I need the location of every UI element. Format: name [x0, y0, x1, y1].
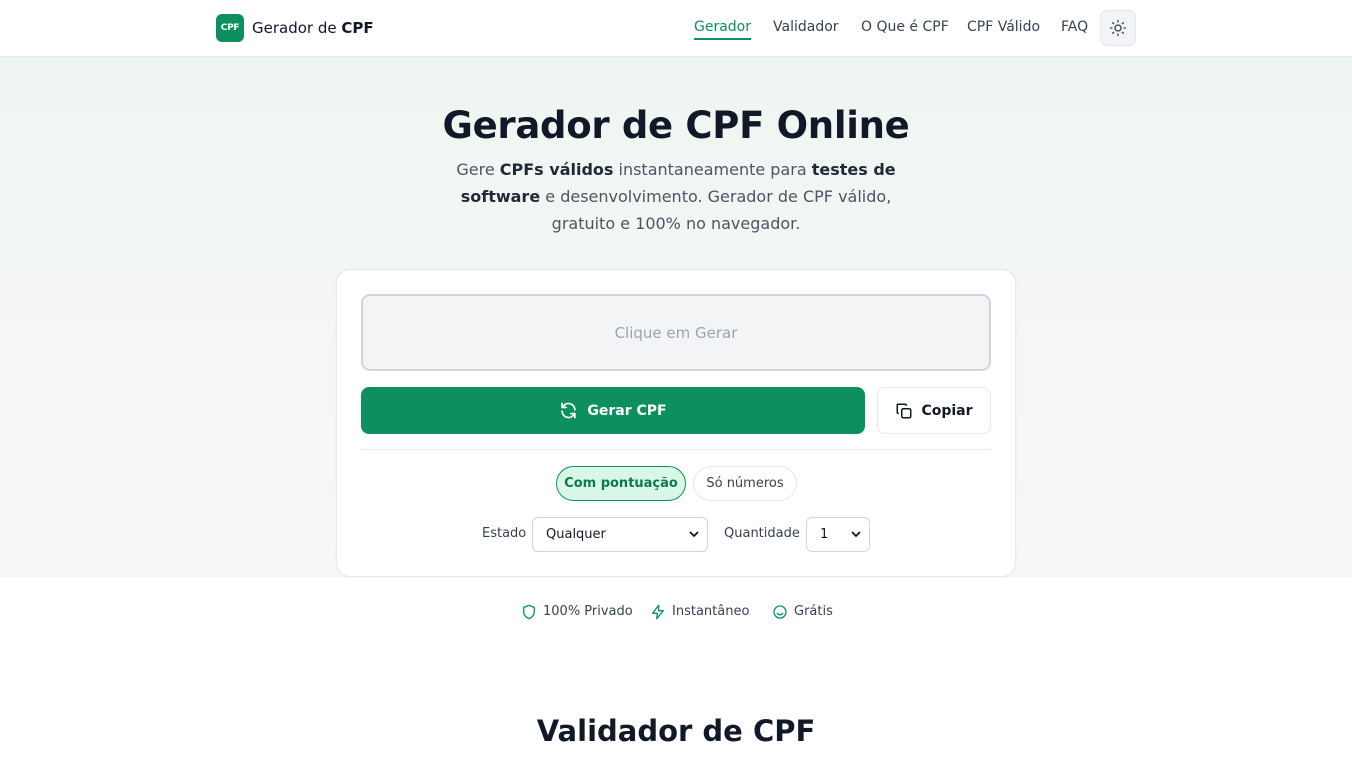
feature-instant-label: Instantâneo [672, 604, 750, 619]
validator-section-title: Validador de CPF [536, 714, 816, 748]
nav-validador[interactable]: Validador [773, 19, 839, 35]
estado-value: Qualquer [546, 527, 606, 542]
hero-subtitle: Gere CPFs válidos instantaneamente para … [456, 156, 896, 237]
divider [361, 449, 991, 450]
chevron-down-icon [851, 531, 861, 538]
nav-cpf-valido[interactable]: CPF Válido [967, 19, 1040, 35]
shield-icon [523, 604, 535, 619]
logo-prefix: Gerador de [252, 19, 342, 37]
smile-icon [773, 604, 787, 619]
format-with-punctuation-toggle[interactable]: Com pontuação [556, 466, 686, 501]
quantidade-value: 1 [820, 527, 829, 542]
chevron-down-icon [689, 531, 699, 538]
generate-cpf-button[interactable]: Gerar CPF [361, 387, 865, 434]
page-title: Gerador de CPF Online [442, 104, 910, 147]
quantidade-label: Quantidade [724, 526, 800, 541]
theme-toggle-button[interactable] [1100, 10, 1136, 46]
copy-label: Copiar [921, 402, 973, 419]
sun-icon [1109, 19, 1127, 37]
logo-badge: CPF [216, 14, 244, 42]
logo-bold: CPF [341, 19, 374, 37]
copy-button[interactable]: Copiar [877, 387, 991, 434]
estado-select[interactable]: Qualquer [532, 517, 708, 552]
feature-free-label: Grátis [794, 604, 833, 619]
feature-instant: Instantâneo [650, 603, 749, 620]
generator-card: Clique em Gerar Gerar CPF Copiar Com pon… [336, 269, 1016, 577]
nav-gerador[interactable]: Gerador [694, 19, 752, 40]
copy-icon [896, 403, 912, 418]
logo[interactable]: CPF Gerador de CPF [216, 14, 374, 42]
subtitle-text: Gere [456, 160, 500, 179]
refresh-icon [561, 402, 577, 419]
feature-free: Grátis [772, 603, 833, 620]
nav-o-que-e-cpf[interactable]: O Que é CPF [861, 19, 949, 35]
top-header: CPF Gerador de CPF Gerador Validador O Q… [0, 0, 1352, 57]
feature-private-label: 100% Privado [543, 604, 633, 619]
format-numbers-only-toggle[interactable]: Só números [693, 466, 797, 501]
nav-faq[interactable]: FAQ [1061, 19, 1088, 35]
subtitle-bold: CPFs válidos [499, 160, 614, 179]
logo-text: Gerador de CPF [252, 19, 374, 37]
subtitle-text: instantaneamente para [613, 160, 812, 179]
subtitle-text: e desenvolvimento. Gerador de CPF válido… [540, 187, 892, 233]
lightning-icon [652, 604, 664, 619]
quantidade-select[interactable]: 1 [806, 517, 870, 552]
feature-private: 100% Privado [521, 603, 633, 620]
cpf-output-display[interactable]: Clique em Gerar [361, 294, 991, 371]
estado-label: Estado [482, 526, 527, 541]
generate-cpf-label: Gerar CPF [587, 402, 667, 419]
